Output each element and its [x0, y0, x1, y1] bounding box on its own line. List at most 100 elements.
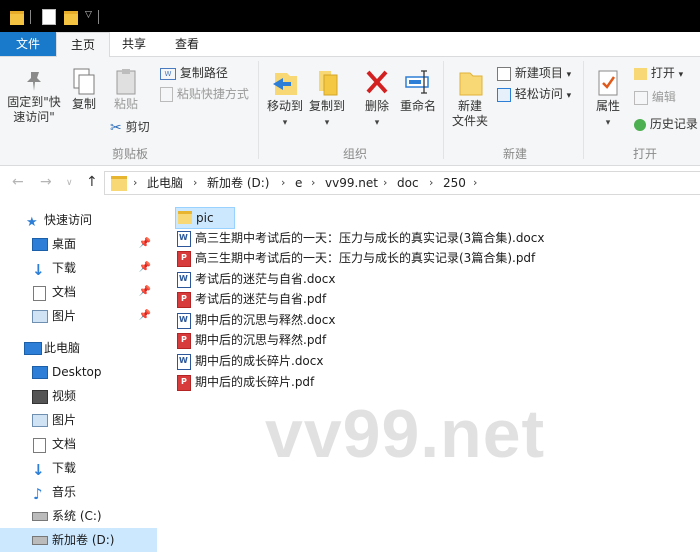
- picture-icon: [32, 414, 48, 427]
- pin-icon: 📌: [138, 286, 151, 297]
- chevron-right-icon[interactable]: ›: [473, 172, 477, 194]
- recent-locations-chevron-icon[interactable]: ∨: [66, 178, 73, 188]
- nav-drive-c[interactable]: 系统 (C:): [0, 504, 157, 528]
- file-name: 期中后的成长碎片.pdf: [195, 375, 315, 389]
- group-divider: [443, 61, 444, 159]
- chevron-right-icon[interactable]: ›: [311, 172, 315, 194]
- chevron-right-icon[interactable]: ›: [281, 172, 285, 194]
- nav-pc-pictures[interactable]: 图片: [0, 408, 157, 432]
- new-item-button[interactable]: 新建项目 ▾: [497, 64, 571, 82]
- delete-button[interactable]: 删除 ▾: [360, 67, 394, 131]
- tab-share[interactable]: 共享: [110, 32, 158, 56]
- nav-downloads[interactable]: ↓ 下载 📌: [0, 256, 157, 280]
- breadcrumb-drive-d[interactable]: 新加卷 (D:): [207, 172, 269, 194]
- move-to-label: 移动到: [266, 99, 303, 113]
- file-name: 期中后的沉思与释然.docx: [195, 313, 336, 327]
- nav-pc-desktop-label: Desktop: [52, 365, 102, 379]
- breadcrumb-doc[interactable]: doc: [397, 172, 419, 194]
- new-folder-label-1: 新建: [457, 99, 482, 113]
- document-icon: [33, 286, 46, 301]
- new-folder-icon[interactable]: [64, 11, 78, 25]
- pin-quick-access-button[interactable]: 固定到"快 速访问": [4, 69, 64, 125]
- open-button[interactable]: 打开 ▾: [634, 64, 683, 82]
- nav-pc-downloads-label: 下载: [52, 461, 77, 475]
- paste-button[interactable]: 粘贴: [106, 67, 146, 112]
- tab-home[interactable]: 主页: [56, 32, 110, 58]
- file-name: 高三生期中考试后的一天：压力与成长的真实记录(3篇合集).pdf: [195, 251, 536, 265]
- picture-icon: [32, 310, 48, 323]
- pdf-icon: [177, 292, 191, 308]
- nav-music[interactable]: ♪ 音乐: [0, 480, 157, 504]
- file-row-folder[interactable]: pic: [175, 207, 235, 229]
- nav-videos[interactable]: 视频: [0, 384, 157, 408]
- computer-icon: [24, 342, 42, 355]
- history-label: 历史记录: [649, 117, 698, 131]
- tab-view[interactable]: 查看: [160, 32, 214, 56]
- history-button[interactable]: 历史记录: [634, 115, 698, 133]
- back-arrow-icon[interactable]: ←: [12, 174, 24, 190]
- copy-button[interactable]: 复制: [66, 67, 102, 112]
- nav-pc-desktop[interactable]: Desktop: [0, 360, 157, 384]
- paste-label: 粘贴: [113, 97, 138, 111]
- properties-icon: [598, 70, 618, 96]
- music-note-icon: ♪: [33, 485, 43, 503]
- pin-icon: 📌: [138, 310, 151, 321]
- nav-pc-pictures-label: 图片: [52, 413, 77, 427]
- chevron-right-icon[interactable]: ›: [383, 172, 387, 194]
- forward-arrow-icon[interactable]: →: [40, 174, 52, 190]
- breadcrumb-vv99[interactable]: vv99.net: [325, 172, 378, 194]
- rename-button[interactable]: 重命名: [398, 67, 438, 114]
- move-to-button[interactable]: 移动到 ▾: [264, 67, 306, 131]
- nav-this-pc[interactable]: 此电脑: [0, 336, 157, 360]
- breadcrumb-e[interactable]: e: [295, 172, 302, 194]
- cut-button[interactable]: ✂ 剪切: [110, 118, 150, 136]
- new-group-label: 新建: [502, 147, 527, 161]
- easy-access-button[interactable]: 轻松访问 ▾: [497, 85, 571, 103]
- breadcrumb-250[interactable]: 250: [443, 172, 466, 194]
- breadcrumb-this-pc[interactable]: 此电脑: [147, 172, 183, 194]
- nav-pc-downloads[interactable]: ↓ 下载: [0, 456, 157, 480]
- document-icon: [33, 438, 46, 453]
- folder-icon: [178, 211, 192, 224]
- edit-button[interactable]: 编辑: [634, 88, 676, 106]
- title-bar: ▽: [0, 0, 700, 32]
- copy-path-button[interactable]: W 复制路径: [160, 64, 228, 82]
- address-bar[interactable]: › 此电脑 › 新加卷 (D:) › e › vv99.net › doc › …: [104, 171, 700, 195]
- file-name: 期中后的成长碎片.docx: [195, 354, 324, 368]
- copy-path-label: 复制路径: [179, 66, 228, 80]
- nav-pc-documents[interactable]: 文档: [0, 432, 157, 456]
- chevron-right-icon[interactable]: ›: [193, 172, 197, 194]
- nav-videos-label: 视频: [52, 389, 77, 403]
- desktop-icon: [32, 238, 48, 251]
- drive-icon: [32, 512, 48, 521]
- nav-documents-label: 文档: [52, 285, 77, 299]
- customize-dropdown-icon[interactable]: ▽: [85, 10, 92, 28]
- properties-icon[interactable]: [42, 9, 56, 25]
- file-name: pic: [196, 211, 214, 225]
- nav-pictures-label: 图片: [52, 309, 77, 323]
- properties-button[interactable]: 属性 ▾: [590, 67, 626, 131]
- paste-shortcut-button[interactable]: 粘贴快捷方式: [160, 85, 249, 103]
- new-folder-button[interactable]: 新建 文件夹: [448, 67, 492, 129]
- edit-icon: [634, 90, 648, 105]
- easy-access-icon: [497, 87, 511, 102]
- desktop-icon: [32, 366, 48, 379]
- delete-label: 删除: [364, 99, 389, 113]
- scissors-icon: ✂: [110, 119, 122, 136]
- nav-desktop[interactable]: 桌面 📌: [0, 232, 157, 256]
- copy-to-button[interactable]: 复制到 ▾: [306, 67, 348, 131]
- tab-file[interactable]: 文件: [0, 32, 56, 56]
- move-to-icon: [273, 73, 297, 95]
- nav-quick-access[interactable]: ★ 快速访问: [0, 208, 157, 232]
- nav-drive-d[interactable]: 新加卷 (D:): [0, 528, 157, 552]
- chevron-right-icon[interactable]: ›: [133, 172, 137, 194]
- clipboard-group-label: 剪贴板: [111, 147, 148, 161]
- up-arrow-icon[interactable]: ↑: [86, 174, 98, 190]
- download-arrow-icon: ↓: [32, 461, 45, 479]
- pin-icon: [27, 72, 41, 91]
- chevron-right-icon[interactable]: ›: [429, 172, 433, 194]
- nav-pictures[interactable]: 图片 📌: [0, 304, 157, 328]
- nav-documents[interactable]: 文档 📌: [0, 280, 157, 304]
- watermark: vv99.net: [265, 396, 546, 472]
- new-item-label: 新建项目: [514, 66, 563, 80]
